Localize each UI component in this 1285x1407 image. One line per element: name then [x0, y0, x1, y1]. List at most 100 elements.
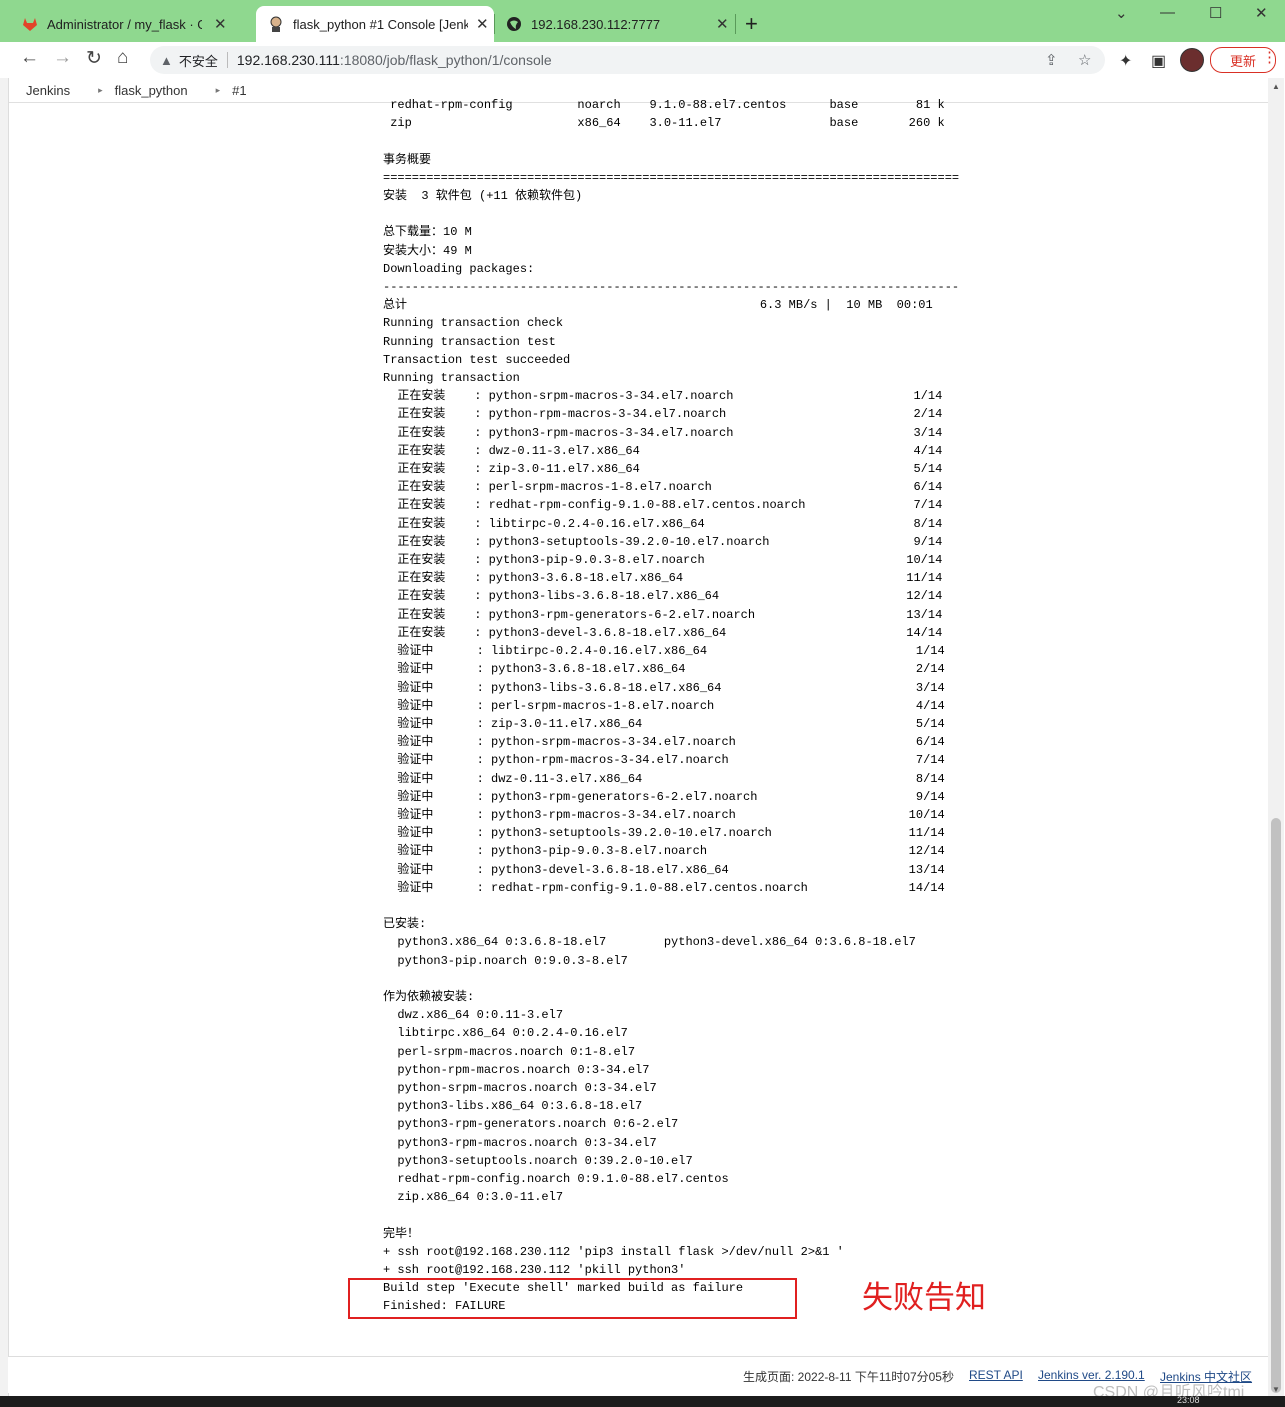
console-line: python3-rpm-generators.noarch 0:6-2.el7	[383, 1117, 679, 1132]
console-line: 正在安装 : python3-rpm-generators-6-2.el7.no…	[383, 607, 943, 622]
console-line: Running transaction check	[383, 316, 564, 331]
console-line: 正在安装 : dwz-0.11-3.el7.x86_64 4/14	[383, 443, 943, 458]
minimize-icon[interactable]: —	[1160, 4, 1175, 21]
console-line: Downloading packages:	[383, 261, 535, 276]
tab-label: Administrator / my_flask · GitL	[47, 16, 202, 32]
console-line: 验证中 : python3-rpm-generators-6-2.el7.noa…	[383, 789, 945, 804]
new-tab-button[interactable]: +	[745, 11, 758, 37]
console-line: 验证中 : python3-libs-3.6.8-18.el7.x86_64 3…	[383, 680, 945, 695]
reload-icon[interactable]: ↻	[86, 47, 102, 70]
bookmark-star-icon[interactable]: ☆	[1078, 51, 1091, 69]
console-line: python3-libs.x86_64 0:3.6.8-18.el7	[383, 1099, 643, 1114]
chevron-right-icon: ▸	[98, 84, 103, 95]
console-line: 正在安装 : redhat-rpm-config-9.1.0-88.el7.ce…	[383, 498, 943, 513]
console-output: redhat-rpm-config noarch 9.1.0-88.el7.ce…	[383, 96, 1253, 1316]
console-line: Transaction test succeeded	[383, 352, 571, 367]
jenkins-icon	[268, 16, 284, 32]
console-line: 正在安装 : python3-libs-3.6.8-18.el7.x86_64 …	[383, 589, 943, 604]
console-line: 正在安装 : python-rpm-macros-3-34.el7.noarch…	[383, 407, 943, 422]
kebab-menu-icon[interactable]: ⋮	[1262, 48, 1277, 66]
console-line: python-srpm-macros.noarch 0:3-34.el7	[383, 1080, 657, 1095]
failure-annotation: 失败告知	[862, 1280, 986, 1315]
failure-highlight-box	[348, 1278, 797, 1319]
breadcrumb-jenkins[interactable]: Jenkins	[26, 83, 70, 98]
console-line: 总下载量：10 M	[383, 225, 472, 240]
console-line: 已安装:	[383, 917, 427, 932]
console-line: 验证中 : zip-3.0-11.el7.x86_64 5/14	[383, 716, 945, 731]
browser-tab-bar: Administrator / my_flask · GitL ✕ flask_…	[0, 0, 1285, 42]
back-arrow-icon[interactable]: ←	[20, 47, 39, 69]
tab-label: flask_python #1 Console [Jenk	[293, 16, 468, 32]
console-line: 正在安装 : python-srpm-macros-3-34.el7.noarc…	[383, 389, 943, 404]
window-close-icon[interactable]: ✕	[1255, 4, 1268, 22]
rest-api-link[interactable]: REST API	[969, 1368, 1023, 1382]
console-line: 正在安装 : python3-3.6.8-18.el7.x86_64 11/14	[383, 571, 943, 586]
tab-jenkins-console[interactable]: flask_python #1 Console [Jenk ✕	[256, 6, 494, 42]
console-line: ========================================…	[383, 170, 960, 185]
scroll-up-icon[interactable]: ▲	[1272, 82, 1280, 91]
forward-arrow-icon[interactable]: →	[53, 47, 72, 69]
console-line: 验证中 : python3-setuptools-39.2.0-10.el7.n…	[383, 826, 945, 841]
tab-flask-app[interactable]: 192.168.230.112:7777 ✕	[484, 6, 734, 42]
console-line: 正在安装 : zip-3.0-11.el7.x86_64 5/14	[383, 462, 943, 477]
console-line: 安装 3 软件包 (+11 依赖软件包)	[383, 189, 583, 204]
console-line: perl-srpm-macros.noarch 0:1-8.el7	[383, 1044, 636, 1059]
breadcrumb-job[interactable]: flask_python	[115, 83, 188, 98]
taskbar-clock: 23:08	[1177, 1395, 1200, 1405]
chevron-down-icon[interactable]: ⌄	[1115, 4, 1128, 22]
console-line: 正在安装 : libtirpc-0.2.4-0.16.el7.x86_64 8/…	[383, 516, 943, 531]
left-edge	[0, 78, 9, 1407]
chevron-right-icon: ▸	[215, 84, 221, 95]
url-path: :18080/job/flask_python/1/console	[339, 52, 552, 68]
console-line: 总计 6.3 MB/s | 10 MB 00:01	[383, 298, 933, 313]
console-line: + ssh root@192.168.230.112 'pip3 install…	[383, 1244, 844, 1259]
console-line: 验证中 : python-rpm-macros-3-34.el7.noarch …	[383, 753, 945, 768]
scrollbar-thumb[interactable]	[1271, 818, 1281, 1393]
security-label[interactable]: 不安全	[179, 51, 218, 70]
console-line: + ssh root@192.168.230.112 'pkill python…	[383, 1263, 686, 1277]
generated-timestamp: 生成页面: 2022-8-11 下午11时07分05秒	[743, 1370, 954, 1384]
console-line: 正在安装 : python3-setuptools-39.2.0-10.el7.…	[383, 534, 943, 549]
maximize-icon[interactable]: ☐	[1209, 4, 1222, 22]
console-line: Running transaction	[383, 371, 520, 386]
console-line: zip.x86_64 0:3.0-11.el7	[383, 1190, 564, 1205]
extensions-puzzle-icon[interactable]: ✦	[1119, 51, 1132, 71]
side-panel-icon[interactable]: ▣	[1151, 51, 1166, 71]
address-bar[interactable]: ▲ 不安全 192.168.230.111:18080/job/flask_py…	[150, 46, 1105, 74]
home-icon[interactable]: ⌂	[117, 47, 128, 69]
console-line: libtirpc.x86_64 0:0.2.4-0.16.el7	[383, 1026, 628, 1041]
browser-toolbar: ← → ↻ ⌂ ▲ 不安全 192.168.230.111:18080/job/…	[0, 42, 1285, 78]
console-line: 验证中 : dwz-0.11-3.el7.x86_64 8/14	[383, 771, 945, 786]
vertical-scrollbar[interactable]: ▲ ▼	[1268, 78, 1284, 1396]
console-line: 作为依赖被安装:	[383, 989, 475, 1004]
console-line: 安装大小：49 M	[383, 243, 472, 258]
console-line: zip x86_64 3.0-11.el7 base 260 k	[383, 116, 945, 131]
console-line: 正在安装 : python3-devel-3.6.8-18.el7.x86_64…	[383, 625, 943, 640]
console-line: dwz.x86_64 0:0.11-3.el7	[383, 1008, 564, 1023]
console-line: python3-pip.noarch 0:9.0.3-8.el7	[383, 953, 628, 968]
gitlab-icon	[22, 16, 38, 32]
scroll-down-icon[interactable]: ▼	[1272, 1385, 1280, 1394]
globe-icon	[506, 16, 522, 32]
console-line: redhat-rpm-config noarch 9.1.0-88.el7.ce…	[383, 98, 945, 112]
console-line: 验证中 : python-srpm-macros-3-34.el7.noarch…	[383, 735, 945, 750]
console-line: python-rpm-macros.noarch 0:3-34.el7	[383, 1062, 650, 1077]
console-line: 验证中 : python3-rpm-macros-3-34.el7.noarch…	[383, 807, 945, 822]
tab-gitlab[interactable]: Administrator / my_flask · GitL ✕	[0, 6, 256, 42]
console-line: 完毕！	[383, 1226, 420, 1241]
console-line: 验证中 : perl-srpm-macros-1-8.el7.noarch 4/…	[383, 698, 945, 713]
console-line: 验证中 : libtirpc-0.2.4-0.16.el7.x86_64 1/1…	[383, 644, 945, 659]
close-icon[interactable]: ✕	[716, 15, 729, 33]
avatar[interactable]	[1180, 48, 1204, 72]
console-line: redhat-rpm-config.noarch 0:9.1.0-88.el7.…	[383, 1171, 729, 1186]
close-icon[interactable]: ✕	[214, 15, 227, 33]
console-line: python3.x86_64 0:3.6.8-18.el7 python3-de…	[383, 935, 916, 950]
share-icon[interactable]: ⇪	[1045, 51, 1058, 69]
breadcrumb-build[interactable]: #1	[232, 83, 246, 98]
console-line: python3-setuptools.noarch 0:39.2.0-10.el…	[383, 1153, 693, 1168]
console-line: python3-rpm-macros.noarch 0:3-34.el7	[383, 1135, 657, 1150]
